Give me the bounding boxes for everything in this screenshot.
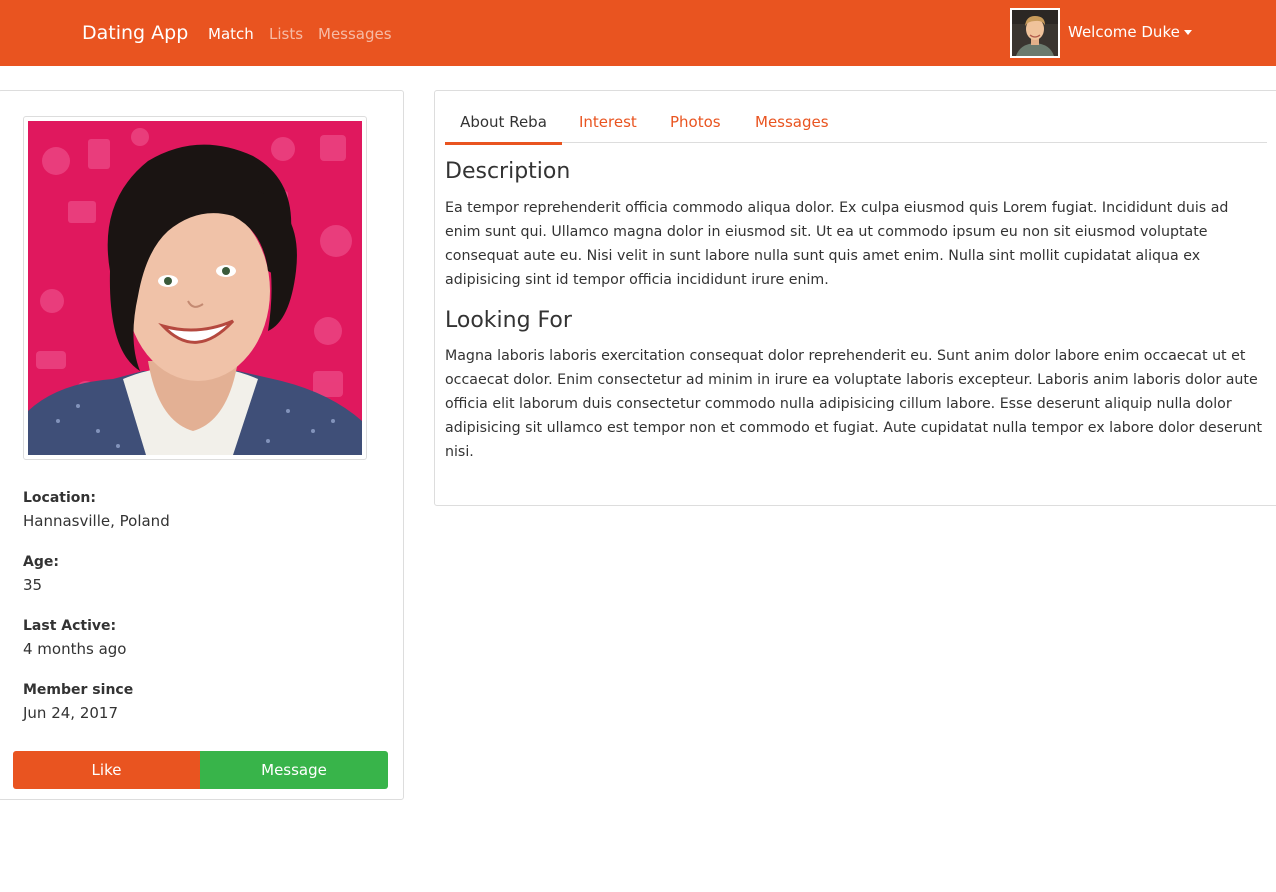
user-avatar-image [1012, 10, 1058, 56]
user-menu-toggle[interactable]: Welcome Duke [1068, 22, 1180, 42]
message-button[interactable]: Message [200, 751, 388, 789]
tab-interest[interactable]: Interest [579, 112, 637, 132]
profile-photo [28, 121, 362, 455]
location-value: Hannasville, Poland [23, 512, 170, 530]
top-navbar: Dating App Match Lists Messages Welcome … [0, 0, 1276, 66]
last-active-label: Last Active: [23, 618, 117, 634]
tab-messages[interactable]: Messages [755, 112, 829, 132]
looking-for-heading: Looking For [445, 308, 572, 333]
last-active-value: 4 months ago [23, 640, 127, 658]
location-label: Location: [23, 490, 96, 506]
description-heading: Description [445, 159, 571, 184]
member-since-label: Member since [23, 682, 134, 698]
nav-link-match[interactable]: Match [208, 24, 254, 44]
description-text: Ea tempor reprehenderit officia commodo … [445, 200, 1229, 288]
tab-photos[interactable]: Photos [670, 112, 721, 132]
brand-link[interactable]: Dating App [82, 21, 188, 45]
chevron-down-icon[interactable] [1184, 30, 1192, 35]
like-button[interactable]: Like [13, 751, 200, 789]
looking-for-text: Magna laboris laboris exercitation conse… [445, 348, 1263, 460]
tabs-divider [445, 142, 1267, 143]
user-avatar[interactable] [1010, 8, 1060, 58]
age-value: 35 [23, 576, 43, 594]
nav-link-messages[interactable]: Messages [318, 24, 392, 44]
profile-photo-image [28, 121, 362, 455]
member-since-value: Jun 24, 2017 [23, 704, 119, 722]
age-label: Age: [23, 554, 59, 570]
profile-photo-frame [23, 116, 367, 460]
tab-about[interactable]: About Reba [445, 112, 562, 145]
nav-link-lists[interactable]: Lists [269, 24, 303, 44]
